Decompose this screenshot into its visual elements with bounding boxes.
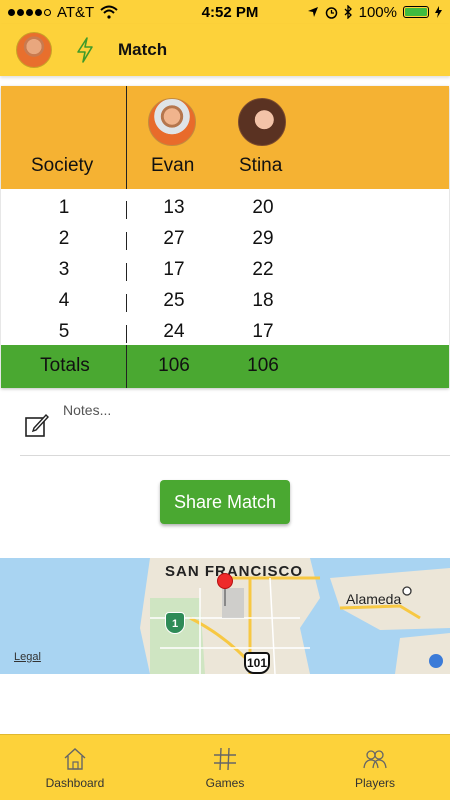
hole-number: 1 bbox=[58, 197, 70, 218]
table-row[interactable]: 1 13 20 bbox=[1, 197, 449, 227]
tab-label: Players bbox=[354, 775, 395, 790]
score-cell[interactable]: 22 bbox=[238, 259, 288, 281]
home-icon bbox=[64, 747, 86, 770]
map-city-label-secondary: Alameda bbox=[346, 591, 402, 607]
carrier-label: AT&T bbox=[57, 3, 95, 21]
edit-note-icon bbox=[25, 413, 49, 437]
scorecard-header-row: Society Evan Stina bbox=[1, 86, 449, 189]
score-cell[interactable]: 29 bbox=[238, 228, 288, 250]
tab-dashboard[interactable]: Dashboard bbox=[20, 746, 130, 790]
score-cell[interactable]: 17 bbox=[238, 321, 288, 343]
map-view[interactable]: SAN FRANCISCO Alameda 1 101 Legal bbox=[0, 558, 450, 674]
lightning-bolt-icon[interactable] bbox=[74, 37, 96, 63]
signal-strength-icon bbox=[8, 8, 51, 16]
totals-row: Totals 106 106 bbox=[1, 345, 449, 388]
status-bar: AT&T 4:52 PM 100% bbox=[0, 0, 450, 24]
battery-percent: 100% bbox=[358, 3, 397, 21]
bluetooth-icon bbox=[344, 5, 352, 19]
bottom-tab-bar: Dashboard Games Players bbox=[0, 734, 450, 800]
totals-label: Totals bbox=[40, 355, 90, 376]
score-cell[interactable]: 20 bbox=[238, 197, 288, 219]
table-row[interactable]: 2 27 29 bbox=[1, 228, 449, 258]
alarm-icon bbox=[325, 6, 337, 19]
share-match-button[interactable]: Share Match bbox=[160, 480, 290, 524]
column-header-label: Society bbox=[31, 155, 94, 176]
charging-bolt-icon bbox=[435, 6, 442, 18]
battery-icon bbox=[403, 6, 429, 18]
user-avatar[interactable] bbox=[16, 32, 52, 68]
scorecard-table: Society Evan Stina 1 13 20 2 27 29 3 17 … bbox=[1, 86, 449, 388]
location-arrow-icon bbox=[307, 7, 318, 17]
score-cell[interactable]: 17 bbox=[149, 259, 199, 281]
total-score-evan: 106 bbox=[158, 355, 190, 376]
player-avatar-stina[interactable] bbox=[238, 98, 286, 146]
player-name-evan: Evan bbox=[151, 155, 195, 176]
tab-label: Games bbox=[205, 775, 245, 790]
score-cell[interactable]: 27 bbox=[149, 228, 199, 250]
route-shield-icon: 1 bbox=[165, 612, 185, 634]
hole-number: 4 bbox=[58, 290, 70, 311]
score-cell[interactable]: 13 bbox=[149, 197, 199, 219]
location-pin-icon[interactable] bbox=[217, 573, 233, 589]
page-title: Match bbox=[118, 40, 168, 59]
table-row[interactable]: 4 25 18 bbox=[1, 290, 449, 320]
notes-placeholder[interactable]: Notes... bbox=[63, 402, 111, 418]
tab-label: Dashboard bbox=[45, 775, 105, 790]
player-name-stina: Stina bbox=[239, 155, 283, 176]
tab-players[interactable]: Players bbox=[320, 746, 430, 790]
map-legal-link[interactable]: Legal bbox=[14, 651, 41, 663]
score-cell[interactable]: 25 bbox=[149, 290, 199, 312]
hashtag-icon bbox=[214, 747, 236, 770]
score-cell[interactable]: 18 bbox=[238, 290, 288, 312]
hole-number: 2 bbox=[58, 228, 70, 249]
status-time: 4:52 PM bbox=[201, 3, 259, 21]
table-row[interactable]: 3 17 22 bbox=[1, 259, 449, 289]
hole-number: 3 bbox=[58, 259, 70, 280]
scorecard-body: 1 13 20 2 27 29 3 17 22 4 25 18 5 24 17 bbox=[1, 189, 449, 345]
notes-field[interactable]: Notes... bbox=[20, 400, 450, 456]
players-icon bbox=[363, 749, 387, 768]
hole-number: 5 bbox=[58, 321, 70, 342]
app-header: Match bbox=[0, 24, 450, 76]
wifi-icon bbox=[100, 5, 118, 19]
total-score-stina: 106 bbox=[247, 355, 279, 376]
player-avatar-evan[interactable] bbox=[148, 98, 196, 146]
highway-shield-icon: 101 bbox=[244, 652, 270, 674]
tab-games[interactable]: Games bbox=[170, 746, 280, 790]
score-cell[interactable]: 24 bbox=[149, 321, 199, 343]
map-city-label: SAN FRANCISCO bbox=[165, 563, 304, 580]
